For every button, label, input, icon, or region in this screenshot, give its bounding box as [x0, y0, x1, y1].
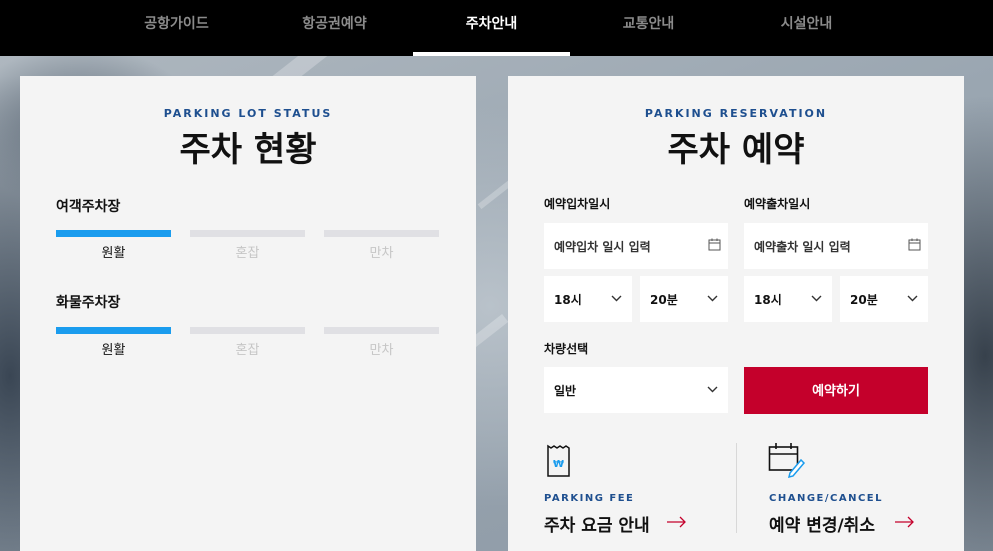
- status-bar-full: [324, 230, 439, 237]
- vehicle-type-select[interactable]: 일반: [544, 367, 728, 413]
- exit-minute-value: 20분: [850, 293, 878, 307]
- status-title: 주차 현황: [179, 130, 317, 170]
- nav-item-airport-guide[interactable]: 공항가이드: [98, 0, 255, 56]
- chevron-down-icon: [611, 295, 622, 302]
- status-label-smooth: 원활: [101, 246, 126, 261]
- arrow-right-icon[interactable]: [895, 516, 915, 528]
- nav-item-facilities[interactable]: 시설안내: [728, 0, 885, 56]
- exit-date-input[interactable]: 예약출차 일시 입력: [744, 223, 928, 269]
- chevron-down-icon: [811, 295, 822, 302]
- receipt-won-icon: ₩: [547, 444, 570, 477]
- chevron-down-icon: [907, 295, 918, 302]
- nav-item-ticket-booking[interactable]: 항공권예약: [256, 0, 413, 56]
- entry-minute-select[interactable]: 20분: [640, 276, 728, 322]
- exit-minute-select[interactable]: 20분: [840, 276, 928, 322]
- status-eyebrow: PARKING LOT STATUS: [163, 107, 333, 120]
- status-bar-smooth: [56, 327, 171, 334]
- top-nav: 공항가이드 항공권예약 주차안내 교통안내 시설안내: [0, 0, 993, 56]
- lot-name-cargo: 화물주차장: [56, 295, 121, 311]
- status-bar-full: [324, 327, 439, 334]
- reserve-button[interactable]: 예약하기: [744, 367, 928, 414]
- nav-item-parking[interactable]: 주차안내: [413, 0, 570, 56]
- status-bar-smooth: [56, 230, 171, 237]
- status-label-busy: 혼잡: [235, 343, 260, 358]
- change-cancel-link[interactable]: 예약 변경/취소: [769, 511, 875, 536]
- status-label-busy: 혼잡: [235, 246, 260, 261]
- parking-reservation-card: PARKING RESERVATION 주차 예약 예약입차일시 예약입차 일시…: [508, 76, 964, 551]
- entry-minute-value: 20분: [650, 293, 678, 307]
- link-divider: [736, 443, 737, 533]
- status-label-smooth: 원활: [101, 343, 126, 358]
- status-label-full: 만차: [369, 343, 394, 358]
- entry-date-input[interactable]: 예약입차 일시 입력: [544, 223, 728, 269]
- status-bar-busy: [190, 230, 305, 237]
- parking-status-card: PARKING LOT STATUS 주차 현황 여객주차장 원활 혼잡 만차 …: [20, 76, 476, 551]
- change-cancel-eyebrow: CHANGE/CANCEL: [769, 493, 883, 504]
- svg-text:₩: ₩: [553, 459, 564, 470]
- exit-hour-select[interactable]: 18시: [744, 276, 832, 322]
- status-bar-busy: [190, 327, 305, 334]
- lot-name-passenger: 여객주차장: [56, 199, 121, 215]
- chevron-down-icon: [707, 386, 718, 393]
- entry-hour-select[interactable]: 18시: [544, 276, 632, 322]
- arrow-right-icon[interactable]: [667, 516, 687, 528]
- exit-hour-value: 18시: [754, 293, 782, 307]
- exit-datetime-label: 예약출차일시: [744, 197, 811, 211]
- reservation-title: 주차 예약: [667, 130, 805, 170]
- calendar-icon[interactable]: [908, 238, 921, 251]
- fee-link-eyebrow: PARKING FEE: [544, 493, 635, 504]
- parking-fee-link[interactable]: 주차 요금 안내: [544, 511, 650, 536]
- entry-datetime-label: 예약입차일시: [544, 197, 611, 211]
- nav-item-transport[interactable]: 교통안내: [570, 0, 727, 56]
- entry-hour-value: 18시: [554, 293, 582, 307]
- vehicle-type-value: 일반: [554, 384, 577, 398]
- status-label-full: 만차: [369, 246, 394, 261]
- calendar-edit-icon: [768, 443, 806, 478]
- chevron-down-icon: [707, 295, 718, 302]
- reservation-eyebrow: PARKING RESERVATION: [644, 107, 828, 120]
- entry-date-placeholder: 예약입차 일시 입력: [554, 240, 651, 254]
- exit-date-placeholder: 예약출차 일시 입력: [754, 240, 851, 254]
- calendar-icon[interactable]: [708, 238, 721, 251]
- vehicle-select-label: 차량선택: [544, 342, 589, 356]
